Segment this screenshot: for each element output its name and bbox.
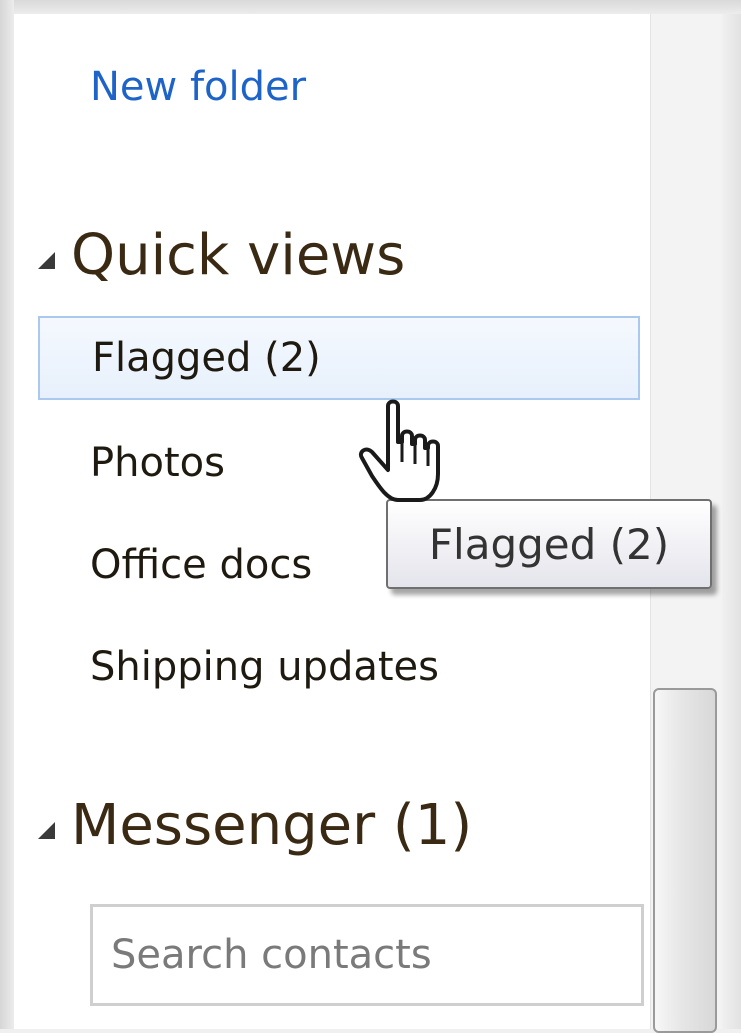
quick-view-shipping-updates[interactable]: Shipping updates	[90, 644, 439, 690]
quick-view-flagged[interactable]: Flagged (2)	[38, 316, 640, 400]
new-folder-link[interactable]: New folder	[90, 64, 306, 110]
expanded-triangle-icon[interactable]	[38, 821, 55, 839]
quick-views-title: Quick views	[71, 222, 406, 288]
quick-view-office-docs[interactable]: Office docs	[90, 542, 312, 588]
expanded-triangle-icon[interactable]	[38, 251, 55, 269]
hand-pointer-icon	[359, 399, 440, 502]
window-top-edge	[0, 0, 741, 14]
scrollbar-thumb[interactable]	[653, 688, 717, 1033]
quick-view-flagged-label: Flagged (2)	[92, 335, 321, 381]
messenger-header[interactable]: Messenger (1)	[38, 790, 472, 860]
messenger-title: Messenger (1)	[71, 792, 473, 858]
tooltip-text: Flagged (2)	[428, 519, 670, 569]
window-left-edge	[0, 0, 14, 1029]
message-list-pane-edge	[722, 14, 741, 1029]
quick-views-header[interactable]: Quick views	[38, 220, 405, 290]
search-contacts-input[interactable]	[90, 904, 644, 1006]
quick-view-photos[interactable]: Photos	[90, 440, 225, 486]
